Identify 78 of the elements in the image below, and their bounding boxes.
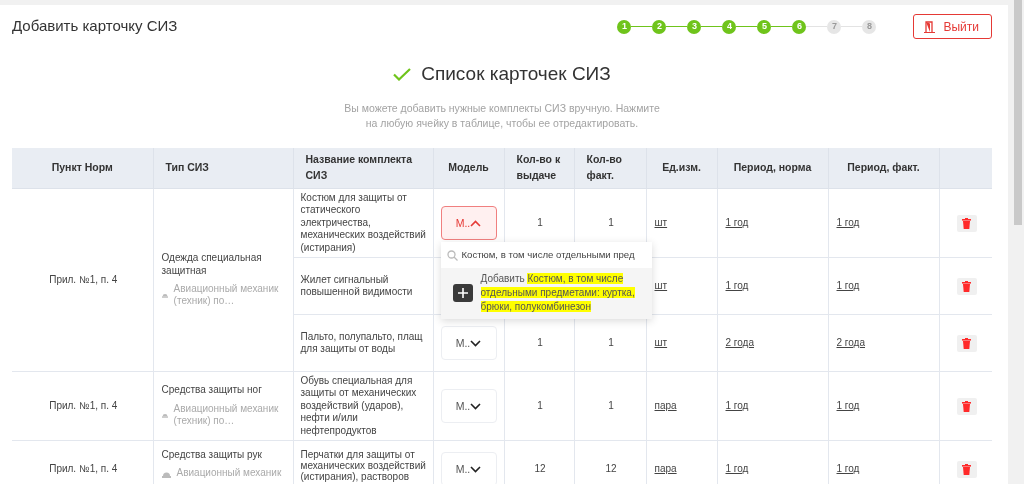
chevron-up-icon [470, 219, 482, 227]
column-header: Период, факт. [828, 147, 939, 189]
profession-text: Авиационный механик (техник) по… [173, 402, 280, 428]
delete-button[interactable] [956, 214, 977, 232]
delete-button[interactable] [956, 397, 977, 415]
period-link[interactable]: 1 год [836, 216, 860, 228]
column-header: Кол-во к выдаче [504, 147, 574, 189]
column-header: Модель [433, 147, 504, 189]
period-link[interactable]: 1 год [725, 399, 749, 411]
siz-type: Одежда специальная защитная [161, 252, 263, 277]
table-cell: Прил. №1, п. 4 [49, 399, 118, 411]
column-header: Тип СИЗ [153, 147, 293, 189]
period-link[interactable]: 1 год [836, 399, 860, 411]
add-option[interactable]: Добавить Костюм, в том числе отдельными предметами: куртка, брюки, полукомбинезон [440, 268, 652, 319]
column-header: Пункт Норм [12, 147, 153, 189]
model-select[interactable]: М.. [440, 326, 497, 361]
delete-button[interactable] [956, 334, 977, 352]
chevron-down-icon [470, 402, 482, 410]
column-header: Период, норма [717, 147, 828, 189]
unit-link[interactable]: шт [654, 336, 668, 348]
table-cell: 1 [608, 216, 614, 228]
unit-link[interactable]: пара [654, 399, 677, 411]
siz-type: Средства защиты ног [161, 384, 263, 397]
exit-button[interactable]: Выйти [913, 14, 992, 39]
trash-icon [962, 463, 972, 475]
item-name: Пальто, полупальто, плащ для защиты от воды [300, 330, 423, 355]
siz-type: Средства защиты рук [161, 449, 263, 462]
model-select[interactable]: М.. [440, 206, 497, 240]
table-cell: 1 [608, 399, 614, 411]
delete-button[interactable] [956, 460, 977, 478]
period-link[interactable]: 1 год [725, 279, 749, 291]
period-link[interactable]: 2 года [725, 336, 754, 348]
model-select[interactable]: М.. [440, 389, 497, 424]
column-header: Название комплекта СИЗ [293, 147, 433, 189]
table-cell: 1 [537, 399, 543, 411]
item-name: Обувь специальная для защиты от механических воздействий (ударов), нефти и/или нефтепродуктов [300, 375, 417, 436]
period-link[interactable]: 1 год [836, 279, 860, 291]
period-link[interactable]: 1 год [725, 462, 749, 474]
column-header: Кол-во факт. [574, 147, 646, 189]
page-title: Добавить карточку СИЗ [12, 16, 178, 37]
search-field[interactable]: Костюм, в том числе отдельными пред [461, 247, 648, 263]
search-box[interactable]: Костюм, в том числе отдельными пред [440, 242, 652, 268]
door-icon [924, 20, 936, 33]
item-name: Перчатки для защиты от механических воздействий (истирания), растворов [300, 449, 426, 483]
chevron-down-icon [470, 339, 482, 347]
search-icon [446, 249, 458, 261]
check-icon [393, 67, 412, 81]
table-cell: Прил. №1, п. 4 [49, 462, 118, 474]
table-cell: 12 [534, 462, 546, 474]
period-link[interactable]: 1 год [836, 462, 860, 474]
item-name: Жилет сигнальный повышенной видимости [300, 273, 413, 298]
trash-icon [962, 217, 972, 229]
helmet-icon [161, 411, 168, 420]
period-link[interactable]: 1 год [725, 216, 749, 228]
plus-icon [452, 283, 473, 303]
period-link[interactable]: 2 года [836, 336, 865, 348]
item-name: Костюм для защиты от статического электричества, механических воздействий (истирания) [300, 192, 426, 253]
unit-link[interactable]: пара [654, 462, 677, 474]
helmet-icon [161, 291, 168, 300]
add-option-text: Добавить Костюм, в том числе отдельными предметами: куртка, брюки, полукомбинезон [480, 272, 636, 314]
trash-icon [962, 337, 972, 349]
table-cell: Прил. №1, п. 4 [49, 273, 118, 285]
trash-icon [962, 400, 972, 412]
column-header: Ед.изм. [646, 147, 717, 189]
table-cell: 12 [605, 462, 617, 474]
table-cell: 1 [608, 336, 614, 348]
table-cell: 1 [537, 336, 543, 348]
chevron-down-icon [470, 465, 482, 473]
description-text: Вы можете добавить нужные комплекты СИЗ вручную. Нажмите на любую ячейку в таблице, чтобы ее отредактировать. [344, 100, 660, 131]
profession-text: Авиационный механик [176, 467, 282, 480]
delete-button[interactable] [956, 277, 977, 295]
model-select[interactable]: М.. [440, 452, 497, 484]
profession-text: Авиационный механик (техник) по… [173, 283, 280, 308]
trash-icon [962, 280, 972, 292]
section-heading: Список карточек СИЗ [421, 62, 611, 86]
table-cell: 1 [537, 216, 543, 228]
unit-link[interactable]: шт [654, 279, 668, 291]
unit-link[interactable]: шт [654, 216, 668, 228]
